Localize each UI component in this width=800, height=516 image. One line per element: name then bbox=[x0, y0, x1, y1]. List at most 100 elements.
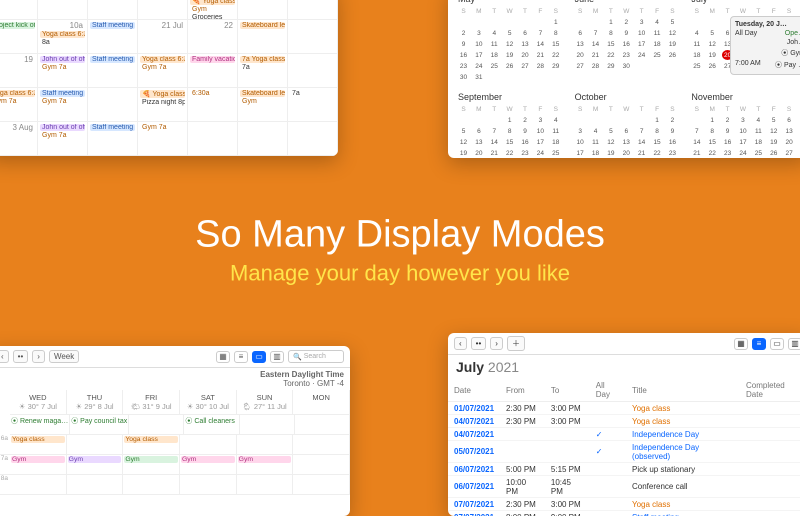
time-slot[interactable] bbox=[237, 435, 294, 455]
col-header[interactable]: Completed Date bbox=[740, 379, 800, 402]
day-header[interactable]: WED☀ 30° 7 Jul bbox=[10, 390, 67, 415]
today-button[interactable]: •• bbox=[471, 337, 487, 350]
month-cell[interactable]: Pay balance bbox=[0, 0, 38, 20]
month-cell[interactable]: Start meeting bbox=[38, 0, 88, 20]
time-slot[interactable] bbox=[293, 475, 350, 495]
time-slot[interactable] bbox=[10, 475, 67, 495]
list-icon[interactable]: ≡ bbox=[234, 351, 248, 363]
event-row[interactable]: 05/07/2021Independence Day (observed) bbox=[448, 441, 800, 463]
event-row[interactable]: 01/07/20212:30 PM3:00 PMYoga class bbox=[448, 402, 800, 415]
time-slot[interactable] bbox=[180, 435, 237, 455]
time-slot[interactable]: Yoga class bbox=[123, 435, 180, 455]
day-header[interactable]: FRI🌤 31° 9 Jul bbox=[123, 390, 180, 415]
day-header[interactable]: THU☀ 29° 8 Jul bbox=[67, 390, 124, 415]
event-row[interactable]: 07/07/20218:00 PM9:00 PMStaff meeting bbox=[448, 511, 800, 516]
month-cell[interactable]: 6:30a bbox=[188, 88, 238, 122]
time-slot[interactable] bbox=[293, 435, 350, 455]
month-cell[interactable]: Yoga class 6:30aGym 7a bbox=[0, 88, 38, 122]
month-cell[interactable] bbox=[188, 122, 238, 156]
allday-slot[interactable] bbox=[129, 415, 184, 435]
prev-button[interactable]: ‹ bbox=[0, 350, 9, 363]
event-row[interactable]: 07/07/20212:30 PM3:00 PMYoga class bbox=[448, 498, 800, 511]
month-cell[interactable]: 3 Aug bbox=[0, 122, 38, 156]
allday-slot[interactable]: ⦿ Renew maga… bbox=[10, 415, 70, 435]
month-cell[interactable]: 7a bbox=[288, 88, 338, 122]
month-cell[interactable] bbox=[88, 0, 138, 20]
month-cell[interactable] bbox=[288, 20, 338, 54]
time-slot[interactable] bbox=[180, 475, 237, 495]
time-slot[interactable] bbox=[67, 475, 124, 495]
day-header[interactable]: SUN🌦 27° 11 Jul bbox=[237, 390, 294, 415]
col-header[interactable]: All Day bbox=[590, 379, 626, 402]
col-header[interactable]: To bbox=[545, 379, 590, 402]
month-cell[interactable]: 6:30a bbox=[238, 0, 288, 20]
time-slot[interactable]: Yoga class bbox=[10, 435, 67, 455]
month-cell[interactable] bbox=[288, 54, 338, 88]
month-cell[interactable]: 7a Yoga class7a bbox=[238, 54, 288, 88]
month-cell[interactable]: Staff meeting 7a bbox=[88, 20, 138, 54]
allday-slot[interactable]: ⦿ Call cleaners bbox=[184, 415, 239, 435]
day-header[interactable]: SAT☀ 30° 10 Jul bbox=[180, 390, 237, 415]
mini-month[interactable]: OctoberSMTWTFS12345678910111213141516171… bbox=[575, 92, 682, 158]
day-icon[interactable]: ▭ bbox=[770, 338, 784, 350]
next-button[interactable]: › bbox=[490, 337, 503, 350]
time-slot[interactable] bbox=[123, 475, 180, 495]
cal-icon[interactable]: ▥ bbox=[788, 338, 800, 350]
prev-button[interactable]: ‹ bbox=[454, 337, 467, 350]
time-slot[interactable] bbox=[293, 455, 350, 475]
month-cell[interactable]: Skateboard les…Gym bbox=[238, 88, 288, 122]
cal-icon[interactable]: ▥ bbox=[270, 351, 284, 363]
month-cell[interactable]: 🍕 Yoga class 6:30aPizza night 8p bbox=[138, 88, 188, 122]
list-icon[interactable]: ≡ bbox=[752, 338, 766, 350]
month-cell[interactable]: Skateboard les… 10a bbox=[238, 20, 288, 54]
mini-month[interactable]: JuneSMTWTFS12345678910111213141516171819… bbox=[575, 0, 682, 82]
mini-month[interactable]: MaySMTWTFS123456789101112131415161718192… bbox=[458, 0, 565, 82]
month-cell[interactable]: Yoga class 6:30aGym 7a bbox=[138, 54, 188, 88]
time-slot[interactable]: Gym bbox=[10, 455, 67, 475]
col-header[interactable]: From bbox=[500, 379, 545, 402]
next-button[interactable]: › bbox=[32, 350, 45, 363]
month-cell[interactable]: Project kick off bbox=[0, 20, 38, 54]
month-cell[interactable] bbox=[288, 122, 338, 156]
month-cell[interactable] bbox=[288, 0, 338, 20]
day-header[interactable]: MON bbox=[293, 390, 350, 415]
time-slot[interactable]: Gym bbox=[123, 455, 180, 475]
time-slot[interactable] bbox=[237, 475, 294, 495]
col-header[interactable]: Date bbox=[448, 379, 500, 402]
month-cell[interactable] bbox=[238, 122, 288, 156]
time-slot[interactable] bbox=[67, 435, 124, 455]
allday-slot[interactable]: ⦿ Pay council tax bbox=[70, 415, 129, 435]
event-row[interactable]: 06/07/20215:00 PM5:15 PMPick up stationa… bbox=[448, 463, 800, 476]
search-input[interactable]: 🔍 Search bbox=[288, 350, 344, 363]
month-cell[interactable]: 22 bbox=[188, 20, 238, 54]
mini-month[interactable]: SeptemberSMTWTFS123456789101112131415161… bbox=[458, 92, 565, 158]
col-header[interactable]: Title bbox=[626, 379, 740, 402]
time-slot[interactable]: Gym bbox=[67, 455, 124, 475]
month-cell[interactable] bbox=[88, 88, 138, 122]
allday-slot[interactable] bbox=[240, 415, 295, 435]
grid-icon[interactable]: ▦ bbox=[734, 338, 748, 350]
month-cell[interactable]: John out of off… 6:30aGym 7a bbox=[38, 122, 88, 156]
month-cell[interactable]: 6:30a bbox=[138, 0, 188, 20]
month-cell[interactable]: 10aYoga class 6:30a8a bbox=[38, 20, 88, 54]
event-row[interactable]: 04/07/20212:30 PM3:00 PMYoga class bbox=[448, 415, 800, 428]
time-slot[interactable]: Gym bbox=[237, 455, 294, 475]
month-cell[interactable]: Gym 7a bbox=[138, 122, 188, 156]
day-icon[interactable]: ▭ bbox=[252, 351, 266, 363]
month-cell[interactable]: John out of off…Gym 7a bbox=[38, 54, 88, 88]
allday-slot[interactable] bbox=[295, 415, 350, 435]
month-cell[interactable]: 16🍕 Yoga classGymGroceries bbox=[188, 0, 238, 20]
month-cell[interactable]: Staff meeting 7a bbox=[88, 54, 138, 88]
add-button[interactable]: ＋ bbox=[507, 336, 525, 351]
event-row[interactable]: 04/07/2021Independence Day bbox=[448, 428, 800, 441]
month-cell[interactable]: Staff meeting 7a bbox=[88, 122, 138, 156]
view-week-button[interactable]: Week bbox=[49, 350, 79, 363]
month-cell[interactable]: 21 Jul bbox=[138, 20, 188, 54]
month-cell[interactable]: Family vacation bbox=[188, 54, 238, 88]
mini-month[interactable]: NovemberSMTWTFS1234567891011121314151617… bbox=[691, 92, 798, 158]
grid-icon[interactable]: ▦ bbox=[216, 351, 230, 363]
event-row[interactable]: 06/07/202110:00 PM10:45 PMConference cal… bbox=[448, 476, 800, 498]
time-slot[interactable]: Gym bbox=[180, 455, 237, 475]
today-button[interactable]: •• bbox=[13, 350, 29, 363]
month-cell[interactable]: Staff meeting 10aGym 7a bbox=[38, 88, 88, 122]
